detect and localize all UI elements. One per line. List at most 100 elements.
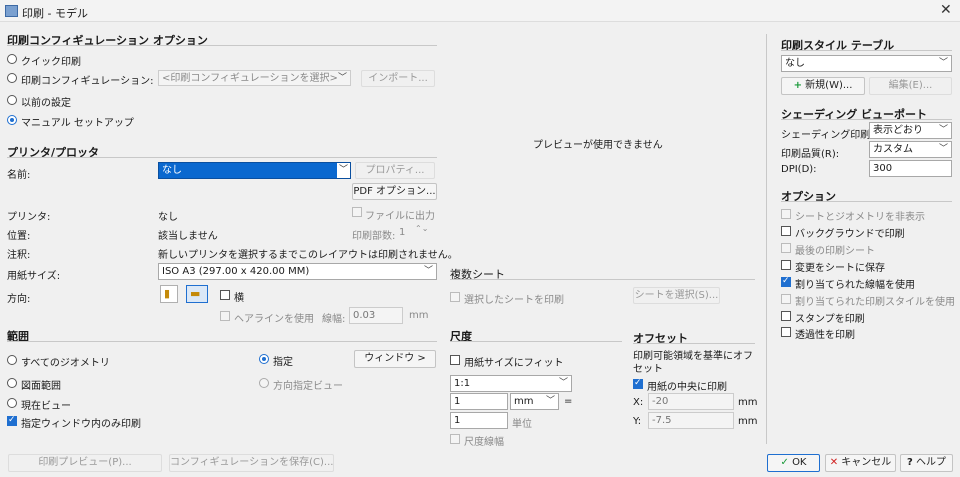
copies-value[interactable]: 1	[399, 227, 405, 238]
fit-paper-label: 用紙サイズにフィット	[464, 358, 564, 369]
help-icon: ?	[907, 457, 913, 468]
scale-value1-input[interactable]: 1	[450, 393, 508, 410]
center-plot-checkbox[interactable]	[633, 378, 643, 389]
chevron-down-icon: ﹀	[423, 266, 433, 276]
last-sheet-checkbox[interactable]	[781, 243, 791, 253]
save-configuration-button[interactable]: コンフィギュレーションを保存(C)...	[169, 454, 334, 472]
pdf-options-button[interactable]: PDF オプション...	[352, 183, 437, 200]
check-icon: ✓	[780, 457, 789, 468]
hairline-checkbox[interactable]	[220, 311, 230, 321]
fit-paper-checkbox[interactable]	[450, 355, 460, 365]
cancel-label: キャンセル	[841, 457, 892, 468]
offset-y-label: Y:	[633, 416, 642, 427]
print-selected-sheets-label: 選択したシートを印刷	[464, 295, 564, 306]
background-plot-checkbox[interactable]	[781, 226, 791, 236]
plot-preview-button[interactable]: 印刷プレビュー(P)...	[8, 454, 162, 472]
scale-lineweights-checkbox[interactable]	[450, 434, 460, 444]
quick-print-label: クイック印刷	[21, 57, 81, 68]
thickness-input[interactable]: 0.03	[349, 307, 403, 324]
scale-unit-value: mm	[514, 396, 534, 407]
print-direction-radio[interactable]	[259, 378, 269, 388]
current-view-label: 現在ビュー	[21, 401, 71, 412]
plot-lineweights-checkbox[interactable]	[781, 276, 791, 287]
config-dropdown[interactable]: <印刷コンフィギュレーションを選択> ﹀	[158, 70, 351, 86]
quality-dropdown[interactable]: カスタム ﹀	[869, 141, 952, 158]
offset-description: 印刷可能領域を基準にオフセット	[633, 351, 753, 375]
save-changes-checkbox[interactable]	[781, 260, 791, 270]
hide-sheet-geometry-checkbox[interactable]	[781, 209, 791, 219]
printer-value: なし	[158, 212, 178, 223]
last-sheet-label: 最後の印刷シート	[795, 246, 875, 257]
previous-settings-radio[interactable]	[7, 95, 17, 105]
plot-transparency-label: 透過性を印刷	[795, 330, 855, 341]
new-style-button[interactable]: + 新規(W)...	[781, 77, 865, 95]
close-icon[interactable]: ✕	[940, 2, 952, 18]
style-table-dropdown[interactable]: なし ﹀	[781, 55, 952, 72]
save-changes-label: 変更をシートに保存	[795, 263, 885, 274]
shade-plot-value: 表示どおり	[873, 125, 923, 136]
plot-lineweights-label: 割り当てられた線幅を使用	[795, 280, 915, 291]
chevron-down-icon: ﹀	[558, 378, 568, 388]
select-sheets-button[interactable]: シートを選択(S)...	[633, 287, 720, 304]
all-geometry-label: すべてのジオメトリ	[21, 358, 110, 369]
spinner-icon[interactable]: ⌃⌄	[415, 224, 428, 233]
drawing-limits-label: 図面範囲	[21, 381, 61, 392]
print-selected-sheets-checkbox[interactable]	[450, 292, 460, 302]
quality-value: カスタム	[873, 144, 913, 155]
scale-unit-dropdown[interactable]: mm ﹀	[510, 393, 559, 410]
shade-plot-dropdown[interactable]: 表示どおり ﹀	[869, 122, 952, 139]
divider	[450, 341, 622, 342]
portrait-orientation-icon[interactable]: ▮	[160, 285, 178, 303]
properties-button[interactable]: プロパティ...	[355, 162, 435, 179]
quick-print-radio[interactable]	[7, 54, 17, 64]
plot-styles-checkbox[interactable]	[781, 294, 791, 304]
current-view-radio[interactable]	[7, 398, 17, 408]
offset-x-input[interactable]: -20	[648, 393, 734, 410]
offset-y-input[interactable]: -7.5	[648, 412, 734, 429]
drawing-limits-radio[interactable]	[7, 378, 17, 388]
plot-transparency-checkbox[interactable]	[781, 327, 791, 337]
title-bar	[0, 0, 960, 22]
paper-size-label: 用紙サイズ:	[7, 271, 61, 282]
paper-size-dropdown[interactable]: ISO A3 (297.00 x 420.00 MM) ﹀	[158, 263, 437, 280]
window-button[interactable]: ウィンドウ >	[354, 350, 436, 368]
previous-settings-label: 以前の設定	[21, 98, 71, 109]
cancel-button[interactable]: ✕ キャンセル	[825, 454, 896, 472]
print-to-file-label: ファイルに出力	[365, 211, 435, 222]
import-button[interactable]: インポート...	[361, 70, 435, 87]
hide-sheet-geometry-label: シートとジオメトリを非表示	[795, 212, 925, 223]
preview-message: プレビューが使用できません	[533, 140, 663, 151]
window-only-checkbox[interactable]	[7, 415, 17, 426]
new-style-label: 新規(W)...	[805, 80, 853, 91]
specify-label: 指定	[273, 357, 293, 368]
thickness-unit: mm	[409, 310, 429, 321]
divider	[7, 157, 437, 158]
dpi-label: DPI(D):	[781, 164, 817, 175]
scale-ratio-dropdown[interactable]: 1:1 ﹀	[450, 375, 572, 392]
note-label: 注釈:	[7, 250, 31, 261]
config-value: <印刷コンフィギュレーションを選択>	[162, 73, 338, 84]
printer-name-dropdown[interactable]: なし ﹀	[158, 162, 351, 179]
divider	[781, 50, 952, 51]
edit-style-button[interactable]: 編集(E)...	[869, 77, 952, 95]
all-geometry-radio[interactable]	[7, 355, 17, 365]
config-radio[interactable]	[7, 73, 17, 83]
background-plot-label: バックグラウンドで印刷	[795, 229, 905, 240]
dpi-input[interactable]: 300	[869, 160, 952, 177]
print-to-file-checkbox[interactable]	[352, 207, 362, 217]
landscape-checkbox[interactable]	[220, 290, 230, 300]
ok-button[interactable]: ✓ OK	[767, 454, 820, 472]
help-button[interactable]: ? ヘルプ	[900, 454, 953, 472]
scale-unit2-label: 単位	[512, 419, 532, 430]
copies-label: 印刷部数:	[352, 231, 396, 242]
chevron-down-icon: ﹀	[938, 58, 948, 68]
landscape-orientation-icon[interactable]: ▬	[186, 285, 208, 303]
plot-stamp-checkbox[interactable]	[781, 311, 791, 321]
offset-y-unit: mm	[738, 416, 758, 427]
divider	[7, 45, 437, 46]
hairline-label: ヘアラインを使用	[234, 314, 314, 325]
manual-setup-radio[interactable]	[7, 115, 17, 125]
scale-value2-input[interactable]: 1	[450, 412, 508, 429]
specify-radio[interactable]	[259, 354, 269, 364]
offset-x-unit: mm	[738, 397, 758, 408]
